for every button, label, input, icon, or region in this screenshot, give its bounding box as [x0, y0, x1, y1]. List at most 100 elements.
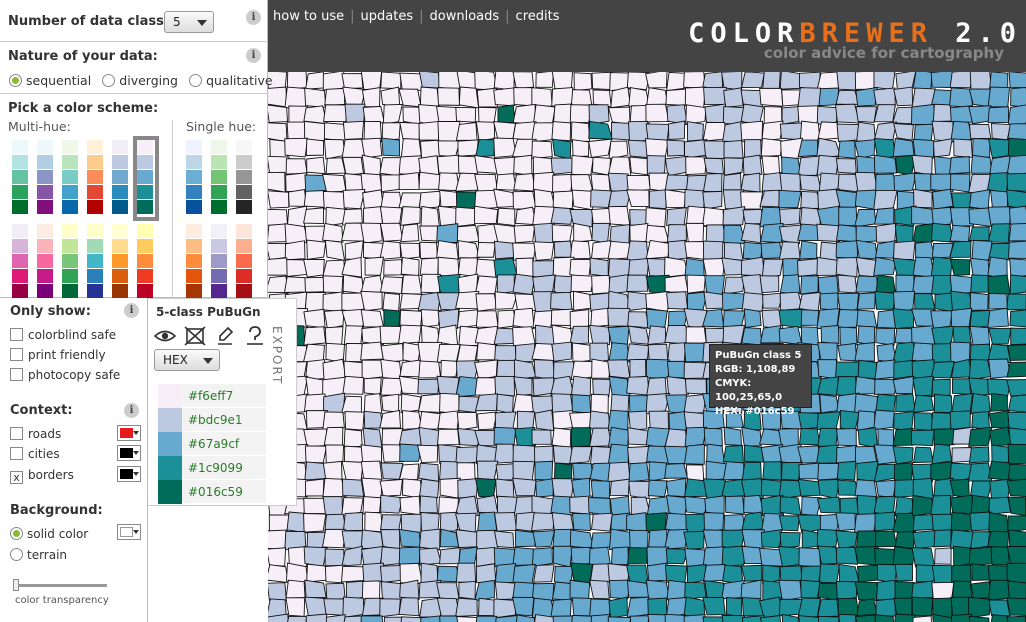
map-county[interactable] [379, 598, 401, 618]
map-county[interactable] [398, 597, 420, 617]
map-county[interactable] [608, 596, 628, 619]
map-county[interactable] [322, 72, 345, 91]
map-county[interactable] [895, 393, 916, 413]
map-county[interactable] [493, 121, 517, 141]
map-county[interactable] [664, 274, 689, 293]
map-county[interactable] [837, 274, 858, 294]
map-county[interactable] [854, 581, 879, 602]
map-county[interactable] [303, 428, 328, 448]
map-county[interactable] [325, 582, 346, 600]
map-county[interactable] [589, 462, 612, 483]
map-county[interactable] [361, 580, 381, 600]
map-county[interactable] [511, 596, 535, 617]
map-county[interactable] [722, 461, 745, 481]
map-county[interactable] [494, 375, 515, 397]
map-county[interactable] [801, 529, 820, 549]
map-county[interactable] [268, 257, 290, 276]
map-county[interactable] [646, 258, 667, 277]
map-county[interactable] [381, 393, 400, 413]
map-county[interactable] [684, 426, 708, 448]
map-county[interactable] [533, 188, 556, 209]
map-county[interactable] [892, 512, 917, 533]
map-county[interactable] [303, 497, 327, 514]
map-county[interactable] [798, 72, 821, 90]
map-county[interactable] [740, 103, 765, 125]
map-county[interactable] [589, 446, 611, 466]
map-county[interactable] [951, 393, 973, 414]
map-county[interactable] [873, 189, 898, 211]
map-county[interactable] [797, 139, 819, 158]
map-county[interactable] [856, 410, 876, 432]
map-county[interactable] [342, 274, 365, 295]
map-county[interactable] [628, 462, 650, 483]
map-county[interactable] [949, 529, 974, 550]
map-county[interactable] [723, 157, 744, 176]
map-county[interactable] [609, 495, 630, 516]
map-county[interactable] [702, 173, 723, 193]
map-county[interactable] [609, 224, 631, 245]
map-county[interactable] [284, 137, 309, 158]
map-county[interactable] [855, 275, 879, 293]
map-county[interactable] [474, 205, 499, 225]
map-county[interactable] [949, 72, 974, 89]
map-county[interactable] [989, 426, 1012, 446]
map-county[interactable] [781, 156, 802, 177]
map-county[interactable] [856, 121, 876, 142]
map-county[interactable] [456, 309, 479, 329]
map-county[interactable] [551, 224, 573, 243]
map-county[interactable] [836, 460, 857, 481]
map-county[interactable] [968, 123, 992, 140]
map-county[interactable] [911, 325, 936, 346]
map-county[interactable] [306, 239, 327, 260]
map-county[interactable] [512, 326, 536, 347]
map-county[interactable] [535, 72, 555, 88]
map-county[interactable] [455, 206, 477, 228]
map-county[interactable] [550, 291, 573, 311]
map-county[interactable] [686, 121, 704, 142]
map-county[interactable] [685, 156, 708, 176]
map-county[interactable] [531, 512, 555, 532]
map-county[interactable] [360, 290, 383, 312]
map-county[interactable] [817, 427, 839, 447]
map-county[interactable] [968, 615, 990, 622]
map-county[interactable] [306, 156, 326, 175]
map-county[interactable] [894, 613, 916, 622]
map-county[interactable] [361, 137, 383, 159]
map-county[interactable] [740, 564, 763, 582]
map-county[interactable] [913, 188, 933, 209]
map-county[interactable] [382, 103, 403, 125]
map-county[interactable] [857, 359, 878, 380]
map-county[interactable] [664, 174, 689, 191]
map-county[interactable] [553, 545, 573, 568]
map-county[interactable] [304, 87, 327, 108]
map-county[interactable] [968, 426, 993, 447]
map-county[interactable] [779, 207, 801, 226]
map-county[interactable] [953, 138, 973, 158]
map-county[interactable] [588, 410, 611, 430]
map-county[interactable] [322, 291, 344, 313]
map-county[interactable] [573, 222, 593, 243]
map-county[interactable] [725, 495, 745, 515]
map-county[interactable] [987, 307, 1009, 329]
map-county[interactable] [912, 72, 933, 91]
map-county[interactable] [512, 563, 536, 584]
map-county[interactable] [268, 582, 287, 602]
map-county[interactable] [474, 139, 496, 158]
map-county[interactable] [911, 154, 933, 176]
map-county[interactable] [268, 104, 289, 123]
map-county[interactable] [1009, 258, 1026, 278]
map-county[interactable] [646, 495, 670, 515]
map-county[interactable] [439, 511, 459, 532]
map-county[interactable] [798, 462, 821, 480]
map-county[interactable] [496, 207, 516, 227]
map-county[interactable] [664, 613, 688, 622]
map-county[interactable] [684, 241, 707, 261]
map-county[interactable] [1006, 172, 1026, 192]
map-county[interactable] [892, 446, 914, 465]
map-county[interactable] [457, 240, 480, 260]
checkbox-icon[interactable] [10, 447, 23, 460]
map-county[interactable] [854, 513, 878, 534]
map-county[interactable] [969, 343, 992, 362]
map-county[interactable] [817, 376, 839, 396]
map-county[interactable] [723, 224, 747, 244]
